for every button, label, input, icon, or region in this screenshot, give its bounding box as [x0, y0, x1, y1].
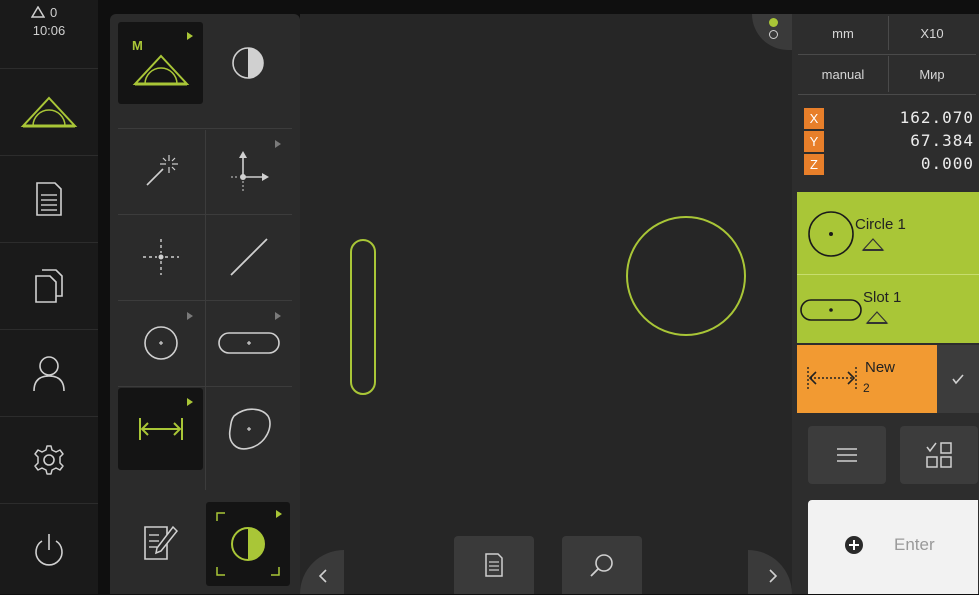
measure-icon — [132, 54, 189, 86]
menu-icon — [837, 448, 857, 462]
power-icon — [35, 533, 63, 566]
menu-settings[interactable] — [0, 416, 98, 503]
feature-name: Circle 1 — [855, 216, 906, 233]
feature-item-slot[interactable]: Slot 1 — [797, 275, 979, 343]
status-area: 0 10:06 — [0, 0, 98, 42]
search-button[interactable] — [562, 536, 642, 594]
point-tool[interactable] — [118, 216, 203, 298]
slot-icon — [800, 299, 862, 321]
manual-measurement-tool[interactable]: M — [118, 22, 203, 104]
feature-item-circle[interactable]: Circle 1 — [797, 192, 979, 274]
manual-measure-icon — [861, 238, 885, 251]
circle-tool[interactable] — [118, 302, 203, 384]
tool-palette: M — [110, 14, 300, 594]
mode-label: manual — [821, 66, 865, 82]
axis-x-value: 162.070 — [899, 108, 974, 127]
axes-icon — [230, 151, 269, 191]
plus-circle-icon — [845, 536, 863, 554]
clock: 10:06 — [32, 23, 66, 38]
delta-icon — [30, 5, 46, 21]
enter-button[interactable]: Enter — [808, 500, 978, 594]
main-menu: 0 10:06 — [0, 0, 98, 594]
circle-icon — [143, 326, 178, 360]
zoom-quick-access[interactable]: X10 — [889, 16, 975, 50]
menu-switch-off[interactable] — [0, 503, 98, 595]
distance-icon — [138, 418, 183, 440]
distance-tool[interactable] — [118, 388, 203, 470]
manual-measure-icon — [865, 311, 889, 324]
position-display[interactable]: X 162.070 Y 67.384 Z 0.000 — [792, 100, 979, 204]
new-feature-item[interactable]: New 2 — [797, 345, 937, 413]
line-tool[interactable] — [206, 216, 291, 298]
axis-y-value: 67.384 — [910, 131, 974, 150]
menu-user-login[interactable] — [0, 329, 98, 416]
notes-tool[interactable] — [118, 502, 203, 584]
user-icon — [33, 356, 65, 392]
menu-measure[interactable] — [0, 68, 98, 155]
contrast-sensor-icon — [216, 512, 280, 576]
slot-outline — [350, 239, 376, 395]
confirm-button[interactable] — [937, 345, 979, 413]
enter-label: Enter — [894, 535, 935, 554]
edit-document-icon — [143, 525, 178, 560]
led-off-icon — [769, 30, 778, 39]
feature-list-button[interactable] — [808, 426, 886, 484]
line-icon — [229, 238, 268, 276]
distance-icon — [807, 367, 857, 389]
feature-name: Slot 1 — [863, 289, 902, 306]
select-features-button[interactable] — [900, 426, 978, 484]
unit-quick-access[interactable]: mm — [798, 16, 889, 50]
report-icon — [485, 553, 503, 577]
contrast-tool[interactable] — [205, 22, 290, 104]
axis-z-value: 0.000 — [920, 154, 974, 173]
chevron-left-icon — [318, 569, 327, 583]
axis-z-label: Z — [804, 154, 824, 175]
measurement-view — [350, 216, 746, 395]
checkmark-icon — [952, 374, 964, 385]
axis-x-label: X — [804, 108, 824, 129]
contrast-icon — [231, 47, 264, 79]
delta-count: 0 — [50, 5, 58, 20]
magic-wand-icon — [145, 155, 178, 186]
search-icon — [590, 554, 613, 577]
point-icon — [142, 239, 179, 275]
mode-quick-access[interactable]: manual — [798, 56, 889, 92]
slot-tool[interactable] — [206, 302, 291, 384]
gear-icon — [34, 445, 64, 475]
manual-badge: M — [132, 38, 143, 53]
inspector: mm X10 manual Мир X 162.070 Y 67.384 Z 0… — [752, 14, 979, 594]
freeform-tool[interactable] — [206, 388, 291, 470]
new-feature-count: 2 — [863, 381, 870, 395]
freeform-icon — [228, 408, 271, 450]
file-icon — [35, 269, 63, 303]
reference-system-tool[interactable] — [206, 130, 291, 212]
axis-y-label: Y — [804, 131, 824, 152]
auto-detect-tool[interactable] — [118, 130, 203, 212]
chevron-right-icon — [769, 569, 778, 583]
circle-icon — [808, 211, 854, 257]
contrast-sensor-tool[interactable] — [206, 502, 290, 586]
circle-outline — [626, 216, 746, 336]
measurement-report-button[interactable] — [454, 536, 534, 594]
select-grid-icon — [926, 442, 952, 468]
menu-file-management[interactable] — [0, 242, 98, 329]
measure-icon — [20, 96, 78, 128]
report-icon — [36, 182, 62, 216]
new-feature-name: New — [865, 359, 896, 376]
led-on-icon — [769, 18, 778, 27]
unit-label: mm — [832, 25, 854, 41]
slot-icon — [217, 332, 280, 354]
coord-system-quick-access[interactable]: Мир — [889, 56, 975, 92]
menu-measurement-report[interactable] — [0, 155, 98, 242]
workspace[interactable] — [300, 14, 792, 594]
coord-system-label: Мир — [919, 66, 945, 82]
zoom-label: X10 — [920, 25, 944, 41]
